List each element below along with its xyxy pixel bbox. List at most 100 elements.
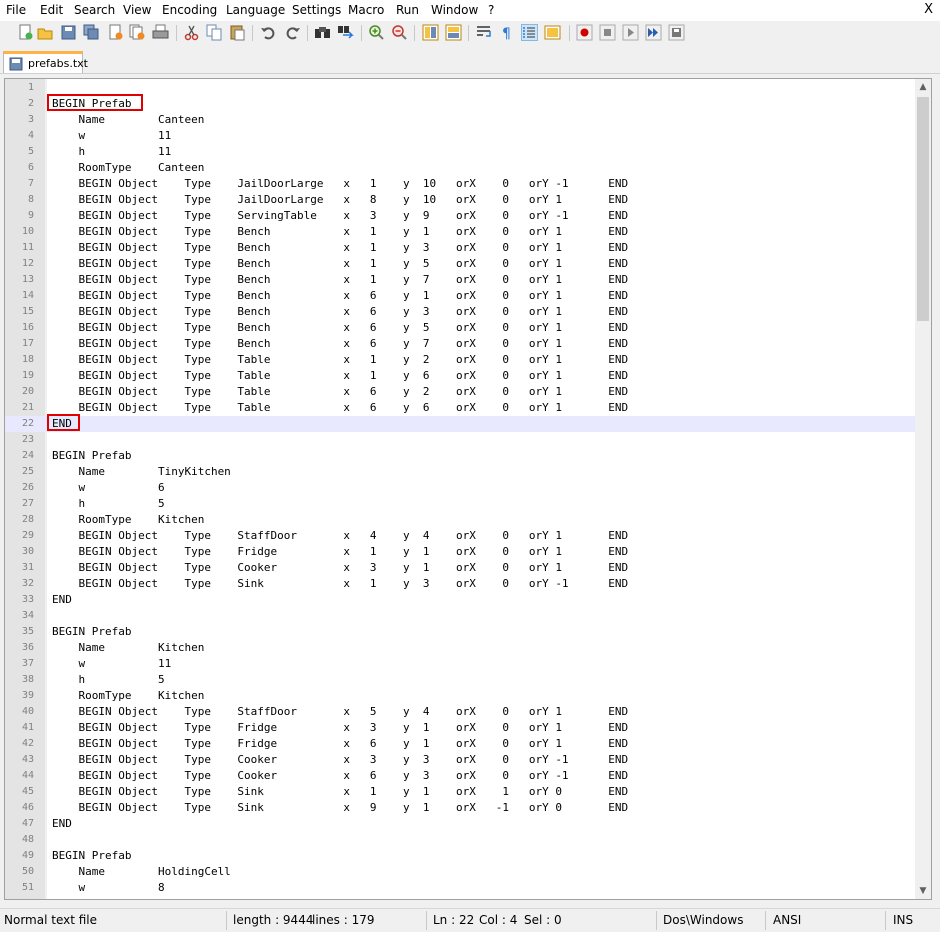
run-macro-multiple-icon[interactable] — [645, 24, 662, 41]
line-text[interactable]: BEGIN Object Type Sink x 1 y 3 orX 0 orY… — [52, 576, 628, 592]
line-text[interactable]: w 11 — [52, 656, 171, 672]
close-app-button[interactable]: X — [924, 2, 933, 17]
editor-line[interactable]: 3 Name Canteen — [5, 112, 915, 128]
line-text[interactable]: w 11 — [52, 128, 171, 144]
editor-line[interactable]: 24 BEGIN Prefab — [5, 448, 915, 464]
line-text[interactable]: BEGIN Object Type Bench x 1 y 5 orX 0 or… — [52, 256, 628, 272]
editor-line[interactable]: 44 BEGIN Object Type Cooker x 6 y 3 orX … — [5, 768, 915, 784]
editor-line[interactable]: 35 BEGIN Prefab — [5, 624, 915, 640]
save-icon[interactable] — [60, 24, 77, 41]
paste-icon[interactable] — [229, 24, 246, 41]
editor-line[interactable]: 26 w 6 — [5, 480, 915, 496]
line-text[interactable]: BEGIN Object Type Fridge x 6 y 1 orX 0 o… — [52, 736, 628, 752]
save-all-icon[interactable] — [83, 24, 100, 41]
line-text[interactable]: BEGIN Object Type Bench x 6 y 7 orX 0 or… — [52, 336, 628, 352]
line-text[interactable]: BEGIN Object Type Cooker x 3 y 1 orX 0 o… — [52, 560, 628, 576]
play-macro-icon[interactable] — [622, 24, 639, 41]
menu-edit[interactable]: Edit — [40, 3, 63, 18]
editor-line[interactable]: 14 BEGIN Object Type Bench x 6 y 1 orX 0… — [5, 288, 915, 304]
line-text[interactable]: RoomType Canteen — [52, 160, 204, 176]
editor-line[interactable]: 42 BEGIN Object Type Fridge x 6 y 1 orX … — [5, 736, 915, 752]
editor-line[interactable]: 25 Name TinyKitchen — [5, 464, 915, 480]
line-text[interactable]: BEGIN Object Type Sink x 9 y 1 orX -1 or… — [52, 800, 628, 816]
line-text[interactable]: Name Kitchen — [52, 640, 204, 656]
editor-line[interactable]: 32 BEGIN Object Type Sink x 1 y 3 orX 0 … — [5, 576, 915, 592]
menu-search[interactable]: Search — [74, 3, 115, 18]
close-all-icon[interactable] — [129, 24, 146, 41]
line-text[interactable]: h 11 — [52, 144, 171, 160]
editor-line[interactable]: 15 BEGIN Object Type Bench x 6 y 3 orX 0… — [5, 304, 915, 320]
editor-line[interactable]: 43 BEGIN Object Type Cooker x 3 y 3 orX … — [5, 752, 915, 768]
line-text[interactable]: END — [52, 592, 72, 608]
editor-line[interactable]: 21 BEGIN Object Type Table x 6 y 6 orX 0… — [5, 400, 915, 416]
editor-line[interactable]: 19 BEGIN Object Type Table x 1 y 6 orX 0… — [5, 368, 915, 384]
editor-line[interactable]: 52 h 5 — [5, 896, 915, 899]
new-file-icon[interactable] — [17, 24, 34, 41]
editor-line[interactable]: 28 RoomType Kitchen — [5, 512, 915, 528]
close-icon[interactable] — [107, 24, 124, 41]
text-editor[interactable]: 1 2 BEGIN Prefab 3 Name Canteen 4 w 11 5 h 11… — [4, 78, 932, 900]
redo-icon[interactable] — [284, 24, 301, 41]
editor-line[interactable]: 37 w 11 — [5, 656, 915, 672]
editor-line[interactable]: 36 Name Kitchen — [5, 640, 915, 656]
editor-line[interactable]: 30 BEGIN Object Type Fridge x 1 y 1 orX … — [5, 544, 915, 560]
menu-help[interactable]: ? — [488, 3, 494, 18]
sync-vertical-icon[interactable] — [422, 24, 439, 41]
menu-view[interactable]: View — [123, 3, 151, 18]
line-text[interactable]: BEGIN Object Type Fridge x 1 y 1 orX 0 o… — [52, 544, 628, 560]
menu-encoding[interactable]: Encoding — [162, 3, 217, 18]
menu-settings[interactable]: Settings — [292, 3, 341, 18]
line-text[interactable]: h 5 — [52, 496, 164, 512]
line-text[interactable]: BEGIN Object Type JailDoorLarge x 8 y 10… — [52, 192, 628, 208]
show-all-characters-icon[interactable]: ¶ — [499, 24, 516, 41]
zoom-out-icon[interactable] — [391, 24, 408, 41]
menu-window[interactable]: Window — [431, 3, 478, 18]
editor-line[interactable]: 12 BEGIN Object Type Bench x 1 y 5 orX 0… — [5, 256, 915, 272]
line-text[interactable]: w 6 — [52, 480, 164, 496]
line-text[interactable]: BEGIN Object Type Table x 1 y 2 orX 0 or… — [52, 352, 628, 368]
editor-line[interactable]: 33 END — [5, 592, 915, 608]
word-wrap-icon[interactable] — [476, 24, 493, 41]
scrollbar-thumb[interactable] — [917, 97, 929, 321]
line-text[interactable]: BEGIN Object Type Table x 1 y 6 orX 0 or… — [52, 368, 628, 384]
menu-macro[interactable]: Macro — [348, 3, 384, 18]
editor-line[interactable]: 16 BEGIN Object Type Bench x 6 y 5 orX 0… — [5, 320, 915, 336]
editor-line[interactable]: 47 END — [5, 816, 915, 832]
zoom-in-icon[interactable] — [368, 24, 385, 41]
editor-line[interactable]: 41 BEGIN Object Type Fridge x 3 y 1 orX … — [5, 720, 915, 736]
line-text[interactable]: BEGIN Object Type Bench x 6 y 3 orX 0 or… — [52, 304, 628, 320]
line-text[interactable]: BEGIN Object Type Bench x 6 y 1 orX 0 or… — [52, 288, 628, 304]
editor-line[interactable]: 13 BEGIN Object Type Bench x 1 y 7 orX 0… — [5, 272, 915, 288]
editor-line[interactable]: 31 BEGIN Object Type Cooker x 3 y 1 orX … — [5, 560, 915, 576]
editor-line[interactable]: 27 h 5 — [5, 496, 915, 512]
editor-line[interactable]: 17 BEGIN Object Type Bench x 6 y 7 orX 0… — [5, 336, 915, 352]
editor-line[interactable]: 45 BEGIN Object Type Sink x 1 y 1 orX 1 … — [5, 784, 915, 800]
line-text[interactable]: BEGIN Prefab — [52, 448, 131, 464]
line-text[interactable]: BEGIN Object Type StaffDoor x 4 y 4 orX … — [52, 528, 628, 544]
editor-line[interactable]: 8 BEGIN Object Type JailDoorLarge x 8 y … — [5, 192, 915, 208]
undo-icon[interactable] — [260, 24, 277, 41]
editor-line[interactable]: 29 BEGIN Object Type StaffDoor x 4 y 4 o… — [5, 528, 915, 544]
indent-guide-icon[interactable] — [521, 24, 538, 41]
editor-line[interactable]: 4 w 11 — [5, 128, 915, 144]
menu-file[interactable]: File — [6, 3, 26, 18]
editor-line[interactable]: 39 RoomType Kitchen — [5, 688, 915, 704]
find-icon[interactable] — [314, 24, 331, 41]
stop-recording-icon[interactable] — [599, 24, 616, 41]
line-text[interactable]: BEGIN Object Type JailDoorLarge x 1 y 10… — [52, 176, 628, 192]
editor-line[interactable]: 22 END — [5, 416, 915, 432]
line-text[interactable]: BEGIN Object Type Sink x 1 y 1 orX 1 orY… — [52, 784, 628, 800]
editor-line[interactable]: 9 BEGIN Object Type ServingTable x 3 y 9… — [5, 208, 915, 224]
tab-prefabs-txt[interactable]: prefabs.txt — [3, 51, 88, 73]
replace-icon[interactable] — [337, 24, 354, 41]
editor-line[interactable]: 48 — [5, 832, 915, 848]
line-text[interactable]: BEGIN Object Type Table x 6 y 2 orX 0 or… — [52, 384, 628, 400]
line-text[interactable]: END — [52, 816, 72, 832]
line-text[interactable]: BEGIN Object Type StaffDoor x 5 y 4 orX … — [52, 704, 628, 720]
editor-line[interactable]: 7 BEGIN Object Type JailDoorLarge x 1 y … — [5, 176, 915, 192]
line-text[interactable]: RoomType Kitchen — [52, 688, 204, 704]
sync-horizontal-icon[interactable] — [445, 24, 462, 41]
editor-line[interactable]: 49 BEGIN Prefab — [5, 848, 915, 864]
line-text[interactable]: w 8 — [52, 880, 164, 896]
editor-line[interactable]: 50 Name HoldingCell — [5, 864, 915, 880]
